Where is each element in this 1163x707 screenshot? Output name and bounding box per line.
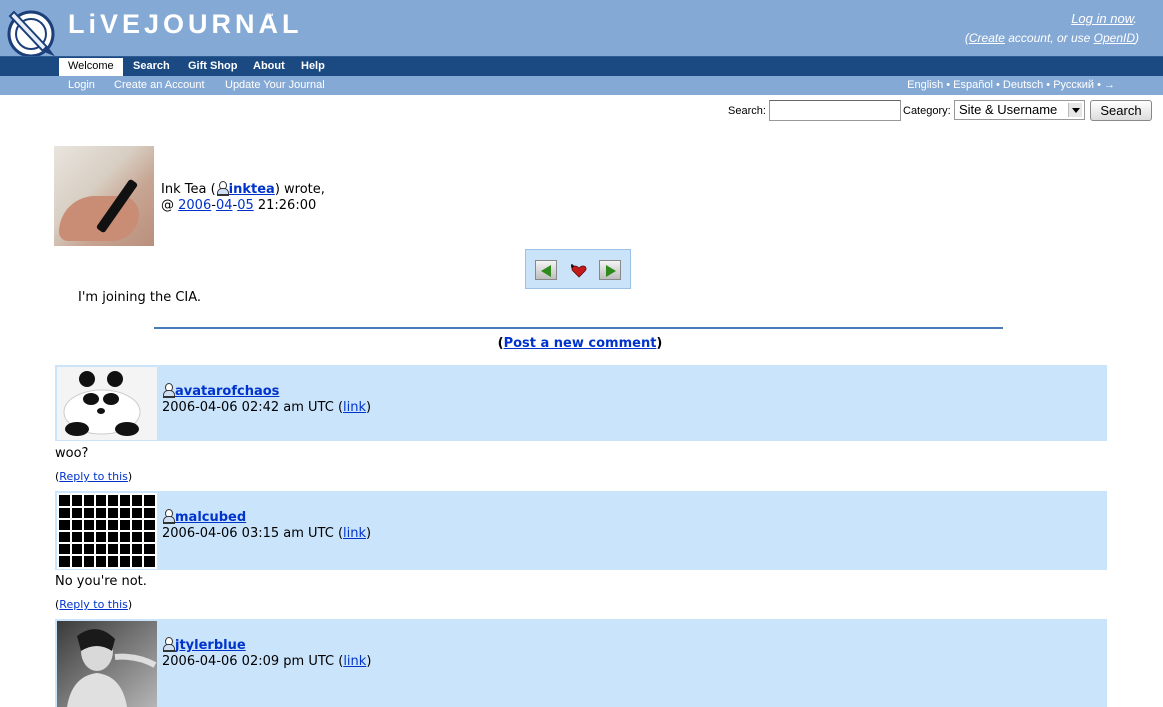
entry-day-link[interactable]: 05 — [237, 198, 254, 213]
entry-body: I'm joining the CIA. — [78, 290, 202, 305]
reply-to-this-link[interactable]: Reply to this — [59, 470, 128, 483]
site-header: LiVEJOURNAL ™ Log in now. (Create accoun… — [0, 0, 1163, 58]
comment-permalink[interactable]: link — [343, 400, 366, 415]
author-suffix: ) wrote, — [274, 182, 325, 197]
chevron-down-icon — [1068, 103, 1082, 117]
user-icon[interactable] — [162, 509, 175, 524]
comment-body: woo? — [55, 446, 89, 461]
entry-nav-box — [525, 249, 631, 289]
entry-date-line: @ 2006-04-05 21:26:00 — [161, 198, 325, 214]
author-name: Ink Tea ( — [161, 182, 216, 197]
tab-about[interactable]: About — [244, 58, 294, 77]
create-account-link[interactable]: Create — [969, 31, 1005, 45]
reply-to-this-link[interactable]: Reply to this — [59, 598, 128, 611]
previous-entry-arrow-icon[interactable] — [535, 260, 557, 280]
tab-search[interactable]: Search — [124, 58, 179, 77]
paren-close: ) — [1135, 31, 1139, 45]
post-new-comment-link[interactable]: Post a new comment — [504, 336, 657, 351]
post-comment-line: (Post a new comment) — [0, 336, 1160, 351]
author-username-link[interactable]: inktea — [229, 182, 275, 197]
comment-user-line: malcubed — [162, 509, 371, 526]
paren-close: ) — [366, 526, 372, 541]
trademark-symbol: ™ — [266, 12, 274, 21]
entry-userpic — [54, 146, 154, 246]
comment-timestamp-line: 2006-04-06 02:42 am UTC (link) — [162, 400, 371, 416]
comment-username-link[interactable]: malcubed — [175, 510, 246, 525]
tab-help[interactable]: Help — [292, 58, 334, 77]
entry-author-line: Ink Tea ( inktea) wrote, — [161, 181, 325, 198]
sub-nav: Login Create an Account Update Your Jour… — [0, 76, 1163, 95]
comment-user-line: avatarofchaos — [162, 383, 371, 400]
comment-userpic-grid — [57, 493, 157, 569]
paren-close: ) — [366, 654, 372, 669]
livejournal-pencil-logo-icon[interactable] — [6, 4, 64, 60]
user-icon[interactable] — [216, 181, 229, 196]
reply-line: (Reply to this) — [55, 598, 133, 611]
search-button[interactable]: Search — [1090, 100, 1152, 121]
comment-userpic-panda — [57, 367, 157, 440]
subnav-login[interactable]: Login — [68, 79, 95, 91]
category-value: Site & Username — [959, 102, 1058, 117]
user-icon[interactable] — [162, 637, 175, 652]
comment-permalink[interactable]: link — [343, 526, 366, 541]
comment-permalink[interactable]: link — [343, 654, 366, 669]
add-to-memories-button[interactable] — [567, 260, 589, 280]
entry-header: Ink Tea ( inktea) wrote, @ 2006-04-05 21:… — [161, 181, 325, 214]
user-icon[interactable] — [162, 383, 175, 398]
language-selector[interactable]: English • Español • Deutsch • Русский • … — [907, 79, 1115, 91]
search-label: Search: — [728, 105, 766, 117]
create-account-prompt: (Create account, or use OpenID) — [965, 31, 1139, 45]
heart-plus-icon — [571, 264, 587, 278]
comment-user-line: jtylerblue — [162, 637, 371, 654]
comment-userpic-portrait — [57, 621, 157, 707]
openid-link[interactable]: OpenID — [1094, 31, 1135, 45]
entry-month-link[interactable]: 04 — [216, 198, 233, 213]
comment-timestamp: 2006-04-06 02:09 pm UTC ( — [162, 654, 344, 669]
comment-timestamp: 2006-04-06 02:42 am UTC ( — [162, 400, 344, 415]
category-select[interactable]: Site & Username — [954, 100, 1085, 120]
comment-username-link[interactable]: avatarofchaos — [175, 384, 279, 399]
next-entry-arrow-icon[interactable] — [599, 260, 621, 280]
comment-timestamp-line: 2006-04-06 03:15 am UTC (link) — [162, 526, 371, 542]
comment-body: No you're not. — [55, 574, 147, 589]
main-nav: Welcome Search Gift Shop About Help — [0, 56, 1163, 77]
entry-time: 21:26:00 — [253, 198, 317, 213]
comments-separator — [154, 327, 1003, 329]
comment-timestamp: 2006-04-06 03:15 am UTC ( — [162, 526, 344, 541]
comment-header: jtylerblue 2006-04-06 02:09 pm UTC (link… — [55, 619, 1107, 707]
subnav-create-account[interactable]: Create an Account — [114, 79, 205, 91]
comment-timestamp-line: 2006-04-06 02:09 pm UTC (link) — [162, 654, 371, 670]
search-input[interactable] — [769, 100, 901, 121]
comment-info: avatarofchaos 2006-04-06 02:42 am UTC (l… — [162, 383, 371, 416]
login-period: . — [1133, 11, 1137, 26]
comment-info: jtylerblue 2006-04-06 02:09 pm UTC (link… — [162, 637, 371, 670]
paren-close: ) — [366, 400, 372, 415]
account-text: account, or use — [1004, 31, 1094, 45]
comment-username-link[interactable]: jtylerblue — [175, 638, 246, 653]
entry-year-link[interactable]: 2006 — [178, 198, 211, 213]
category-label: Category: — [903, 105, 951, 117]
comment-header: avatarofchaos 2006-04-06 02:42 am UTC (l… — [55, 365, 1107, 441]
reply-line: (Reply to this) — [55, 470, 133, 483]
login-prompt: Log in now. — [1071, 11, 1137, 26]
subnav-update-journal[interactable]: Update Your Journal — [225, 79, 325, 91]
at-symbol: @ — [161, 198, 179, 213]
tab-welcome[interactable]: Welcome — [59, 58, 123, 77]
tab-gift-shop[interactable]: Gift Shop — [179, 58, 247, 77]
userpic-hand-shape — [59, 196, 139, 241]
comment-info: malcubed 2006-04-06 03:15 am UTC (link) — [162, 509, 371, 542]
paren-close: ) — [656, 336, 663, 351]
log-in-now-link[interactable]: Log in now — [1071, 11, 1133, 26]
comment-header: malcubed 2006-04-06 03:15 am UTC (link) — [55, 491, 1107, 570]
